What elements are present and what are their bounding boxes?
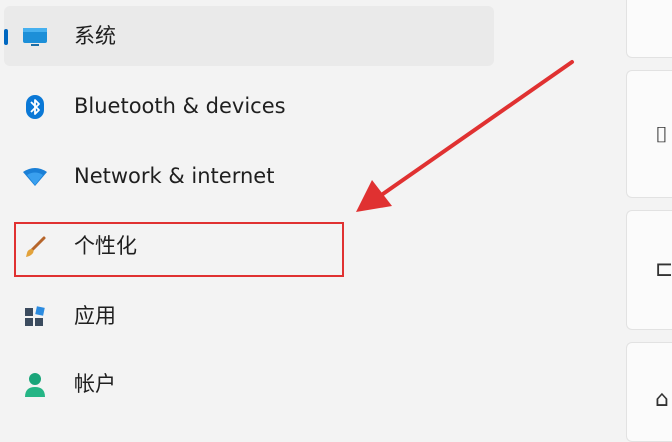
selection-indicator (4, 29, 8, 45)
sidebar-item-label: 应用 (74, 304, 116, 328)
sidebar-item-label: Network & internet (74, 164, 275, 188)
sidebar-item-system[interactable]: 系统 (4, 6, 494, 66)
content-card[interactable] (626, 0, 672, 58)
sidebar-item-accounts[interactable]: 帐户 (4, 354, 494, 414)
wifi-icon (22, 164, 48, 190)
content-card[interactable]: ⌂ (626, 342, 672, 442)
person-icon (22, 372, 48, 398)
sidebar-item-label: Bluetooth & devices (74, 94, 286, 118)
sidebar-item-bluetooth-devices[interactable]: Bluetooth & devices (4, 76, 494, 136)
sidebar-item-label: 帐户 (74, 372, 116, 396)
settings-sidebar: 系统 Bluetooth & devices Network & interne… (0, 0, 500, 439)
bluetooth-icon (22, 94, 48, 120)
card-icon: ⊏ (655, 257, 672, 282)
content-card[interactable]: ⊏ (626, 210, 672, 330)
card-icon: ⌷ (655, 123, 669, 148)
highlight-box (14, 222, 344, 277)
content-card[interactable]: ⌷ (626, 70, 672, 198)
monitor-icon (22, 24, 48, 50)
sidebar-item-network-internet[interactable]: Network & internet (4, 146, 494, 206)
card-icon: ⌂ (655, 387, 669, 412)
apps-icon (22, 304, 48, 330)
sidebar-item-apps[interactable]: 应用 (4, 286, 494, 346)
sidebar-item-label: 系统 (74, 24, 116, 48)
